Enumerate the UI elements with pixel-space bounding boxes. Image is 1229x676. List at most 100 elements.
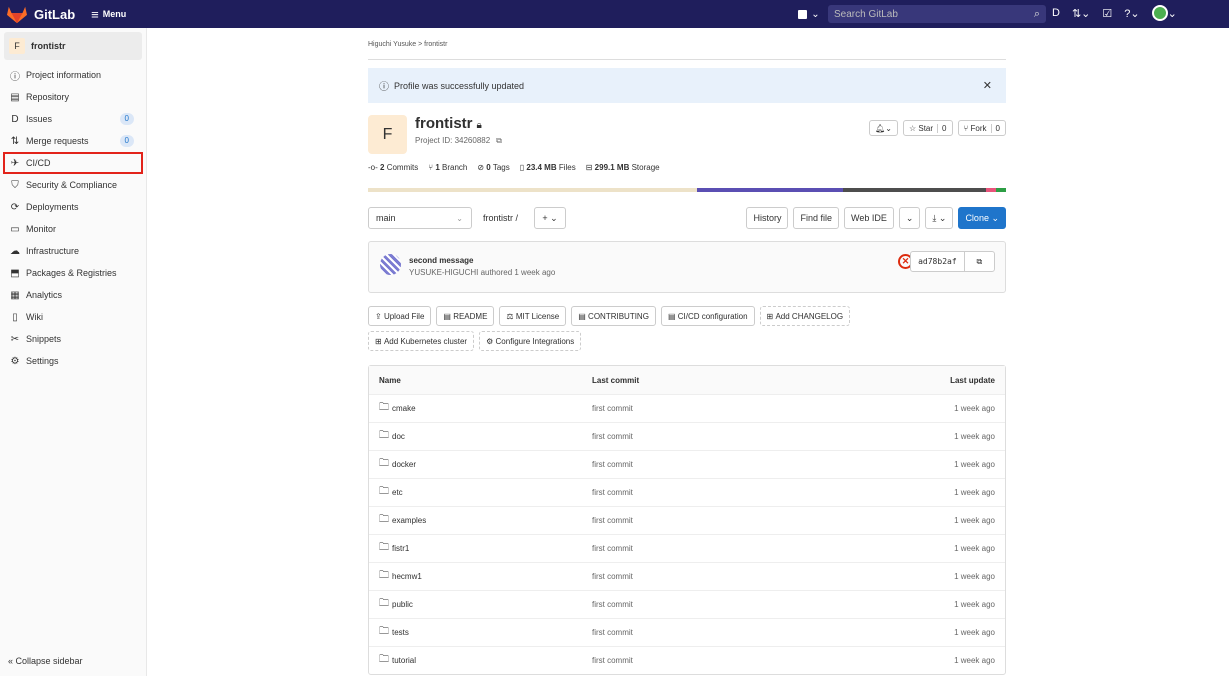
- sidebar-item-deployments[interactable]: ⟳ Deployments: [0, 196, 146, 218]
- quick-action-ci-cd-configuration[interactable]: ▤ CI/CD configuration: [660, 306, 755, 326]
- last-commit-cell[interactable]: first commit: [592, 432, 875, 441]
- quick-action-contributing[interactable]: ▤ CONTRIBUTING: [571, 306, 656, 326]
- folder-name[interactable]: public: [392, 600, 413, 609]
- breadcrumb: Higuchi Yusuke > frontistr: [368, 28, 1006, 60]
- last-commit-cell[interactable]: first commit: [592, 516, 875, 525]
- sidebar-item-label: Analytics: [26, 290, 63, 300]
- issues-icon[interactable]: D: [1052, 7, 1060, 19]
- web-ide-dropdown[interactable]: ⌄: [898, 207, 921, 229]
- help-icon[interactable]: ?⌄: [1124, 7, 1139, 20]
- copy-icon[interactable]: ⧉: [963, 252, 994, 271]
- folder-name[interactable]: examples: [392, 516, 426, 525]
- todo-icon[interactable]: ☑: [1102, 7, 1112, 20]
- last-commit-cell[interactable]: first commit: [592, 404, 875, 413]
- sidebar-item-snippets[interactable]: ✂ Snippets: [0, 328, 146, 350]
- file-name-cell[interactable]: 🗀 doc: [379, 428, 592, 445]
- file-name-cell[interactable]: 🗀 etc: [379, 484, 592, 501]
- sidebar-item-issues[interactable]: D Issues 0: [0, 108, 146, 130]
- merge-request-icon[interactable]: ⇅⌄: [1072, 7, 1090, 20]
- new-dropdown-button[interactable]: ⌄: [795, 6, 823, 22]
- user-menu-button[interactable]: ⌄: [1151, 5, 1177, 21]
- quick-action-readme[interactable]: ▤ README: [436, 306, 495, 326]
- folder-name[interactable]: hecmw1: [392, 572, 422, 581]
- sidebar-item-merge-requests[interactable]: ⇅ Merge requests 0: [0, 130, 146, 152]
- last-commit-cell[interactable]: first commit: [592, 572, 875, 581]
- last-commit-cell[interactable]: first commit: [592, 460, 875, 469]
- file-name-cell[interactable]: 🗀 docker: [379, 456, 592, 473]
- last-commit-cell[interactable]: first commit: [592, 488, 875, 497]
- repo-path[interactable]: frontistr /: [483, 213, 518, 223]
- branch-select[interactable]: main ⌄: [368, 207, 472, 229]
- last-update-cell: 1 week ago: [954, 656, 995, 665]
- breadcrumb-project[interactable]: frontistr: [424, 41, 447, 48]
- last-commit-box: second message YUSUKE-HIGUCHI authored 1…: [368, 241, 1006, 293]
- commit-title[interactable]: second message: [409, 256, 473, 265]
- quick-action-mit-license[interactable]: ⚖ MIT License: [499, 306, 567, 326]
- file-name-cell[interactable]: 🗀 fistr1: [379, 540, 592, 557]
- last-commit-cell[interactable]: first commit: [592, 544, 875, 553]
- table-row: 🗀 tutorial first commit 1 week ago: [369, 646, 1005, 674]
- table-row: 🗀 public first commit 1 week ago: [369, 590, 1005, 618]
- quick-action-add-kubernetes-cluster[interactable]: ⊞ Add Kubernetes cluster: [368, 331, 475, 351]
- search-input[interactable]: Search GitLab ⌕: [828, 5, 1046, 23]
- document-icon: ▤: [10, 91, 20, 103]
- sidebar-item-project-information[interactable]: ⓘ Project information: [0, 64, 146, 86]
- file-name-cell[interactable]: 🗀 tests: [379, 624, 592, 641]
- file-name-cell[interactable]: 🗀 tutorial: [379, 652, 592, 669]
- sidebar-item-repository[interactable]: ▤ Repository: [0, 86, 146, 108]
- gear-icon: ⚙: [486, 336, 496, 346]
- table-row: 🗀 doc first commit 1 week ago: [369, 422, 1005, 450]
- find-file-button[interactable]: Find file: [793, 207, 839, 229]
- file-name-cell[interactable]: 🗀 examples: [379, 512, 592, 529]
- sidebar-item-analytics[interactable]: ▦ Analytics: [0, 284, 146, 306]
- quick-action-add-changelog[interactable]: ⊞ Add CHANGELOG: [759, 306, 851, 326]
- breadcrumb-owner[interactable]: Higuchi Yusuke: [368, 41, 416, 48]
- folder-name[interactable]: etc: [392, 488, 403, 497]
- folder-name[interactable]: cmake: [392, 404, 416, 413]
- quick-action-upload-file[interactable]: ⇪ Upload File: [368, 306, 432, 326]
- folder-name[interactable]: tests: [392, 628, 409, 637]
- fork-button[interactable]: ⑂ Fork 0: [957, 120, 1006, 136]
- plus-square-icon: [798, 9, 808, 19]
- commit-sha[interactable]: ad78b2af ⧉: [910, 251, 995, 272]
- collapse-sidebar-button[interactable]: « Collapse sidebar: [8, 656, 83, 666]
- download-button[interactable]: ⤓ ⌄: [925, 207, 954, 229]
- deployments-icon: ⟳: [10, 201, 20, 213]
- copy-icon[interactable]: ⧉: [496, 136, 502, 145]
- last-commit-cell[interactable]: first commit: [592, 628, 875, 637]
- last-commit-cell[interactable]: first commit: [592, 600, 875, 609]
- clone-button[interactable]: Clone ⌄: [958, 207, 1006, 229]
- folder-name[interactable]: tutorial: [392, 656, 416, 665]
- file-name-cell[interactable]: 🗀 public: [379, 596, 592, 613]
- sidebar-item-wiki[interactable]: ▯ Wiki: [0, 306, 146, 328]
- file-name-cell[interactable]: 🗀 cmake: [379, 400, 592, 417]
- last-commit-cell[interactable]: first commit: [592, 656, 875, 665]
- menu-button[interactable]: ≡ Menu: [91, 7, 126, 22]
- history-button[interactable]: History: [746, 207, 789, 229]
- web-ide-button[interactable]: Web IDE: [844, 207, 894, 229]
- sidebar-item-packages-registries[interactable]: ⬒ Packages & Registries: [0, 262, 146, 284]
- shield-icon: ⛉: [11, 179, 19, 191]
- notification-button[interactable]: 🔔︎ ⌄: [869, 120, 898, 136]
- sidebar-item-label: Monitor: [26, 224, 57, 234]
- add-to-tree-button[interactable]: + ⌄: [534, 207, 566, 229]
- sidebar-item-ci-cd[interactable]: ✈ CI/CD: [3, 152, 143, 174]
- menu-label: Menu: [102, 9, 127, 19]
- folder-name[interactable]: fistr1: [392, 544, 409, 553]
- star-button[interactable]: ☆ Star 0: [902, 120, 953, 136]
- sidebar-item-monitor[interactable]: ▭ Monitor: [0, 218, 146, 240]
- plus-square-icon: ⊞: [766, 311, 776, 321]
- sidebar-item-settings[interactable]: ⚙ Settings: [0, 350, 146, 372]
- column-header: Last update: [950, 375, 995, 385]
- file-name-cell[interactable]: 🗀 hecmw1: [379, 568, 592, 585]
- sidebar-item-security-compliance[interactable]: ⛉ Security & Compliance: [0, 174, 146, 196]
- quick-action-configure-integrations[interactable]: ⚙ Configure Integrations: [479, 331, 582, 351]
- folder-name[interactable]: doc: [392, 432, 405, 441]
- commit-author-avatar[interactable]: [380, 254, 401, 275]
- close-icon[interactable]: ✕: [983, 79, 992, 92]
- fork-icon: ⑂: [963, 123, 969, 133]
- gitlab-logo[interactable]: GitLab: [6, 4, 75, 24]
- sidebar-project[interactable]: F frontistr: [4, 32, 142, 60]
- sidebar-item-infrastructure[interactable]: ☁ Infrastructure: [0, 240, 146, 262]
- folder-name[interactable]: docker: [392, 460, 416, 469]
